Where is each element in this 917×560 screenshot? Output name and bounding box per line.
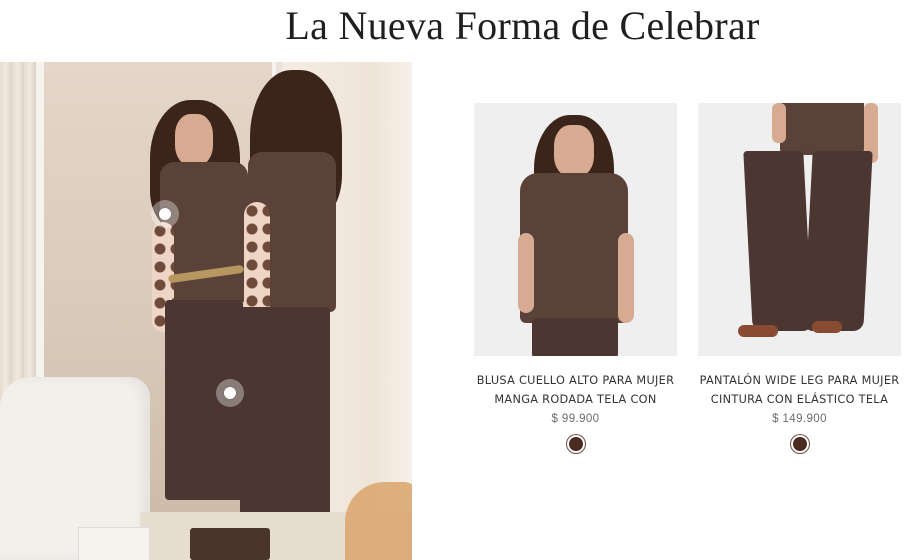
product-card[interactable]: PANTALÓN WIDE LEG PARA MUJER CINTURA CON…: [698, 103, 901, 451]
product-image-blouse[interactable]: [474, 103, 677, 356]
product-card[interactable]: BLUSA CUELLO ALTO PARA MUJER MANGA RODAD…: [474, 103, 677, 451]
product-name[interactable]: BLUSA CUELLO ALTO PARA MUJER MANGA RODAD…: [474, 371, 677, 409]
color-swatch-brown[interactable]: [568, 437, 583, 451]
product-image-pants[interactable]: [698, 103, 901, 356]
product-name[interactable]: PANTALÓN WIDE LEG PARA MUJER CINTURA CON…: [698, 371, 901, 409]
section-title: La Nueva Forma de Celebrar: [285, 3, 760, 48]
gift-box: [78, 527, 150, 560]
product-price: $ 99.900: [551, 413, 600, 425]
gift-box-dark: [190, 528, 270, 560]
product-price: $ 149.900: [772, 413, 827, 425]
hotspot-blouse[interactable]: [151, 200, 179, 228]
chair: [345, 482, 412, 560]
color-swatch-brown[interactable]: [792, 437, 807, 451]
lifestyle-image: [0, 62, 412, 560]
hotspot-pants[interactable]: [216, 379, 244, 407]
